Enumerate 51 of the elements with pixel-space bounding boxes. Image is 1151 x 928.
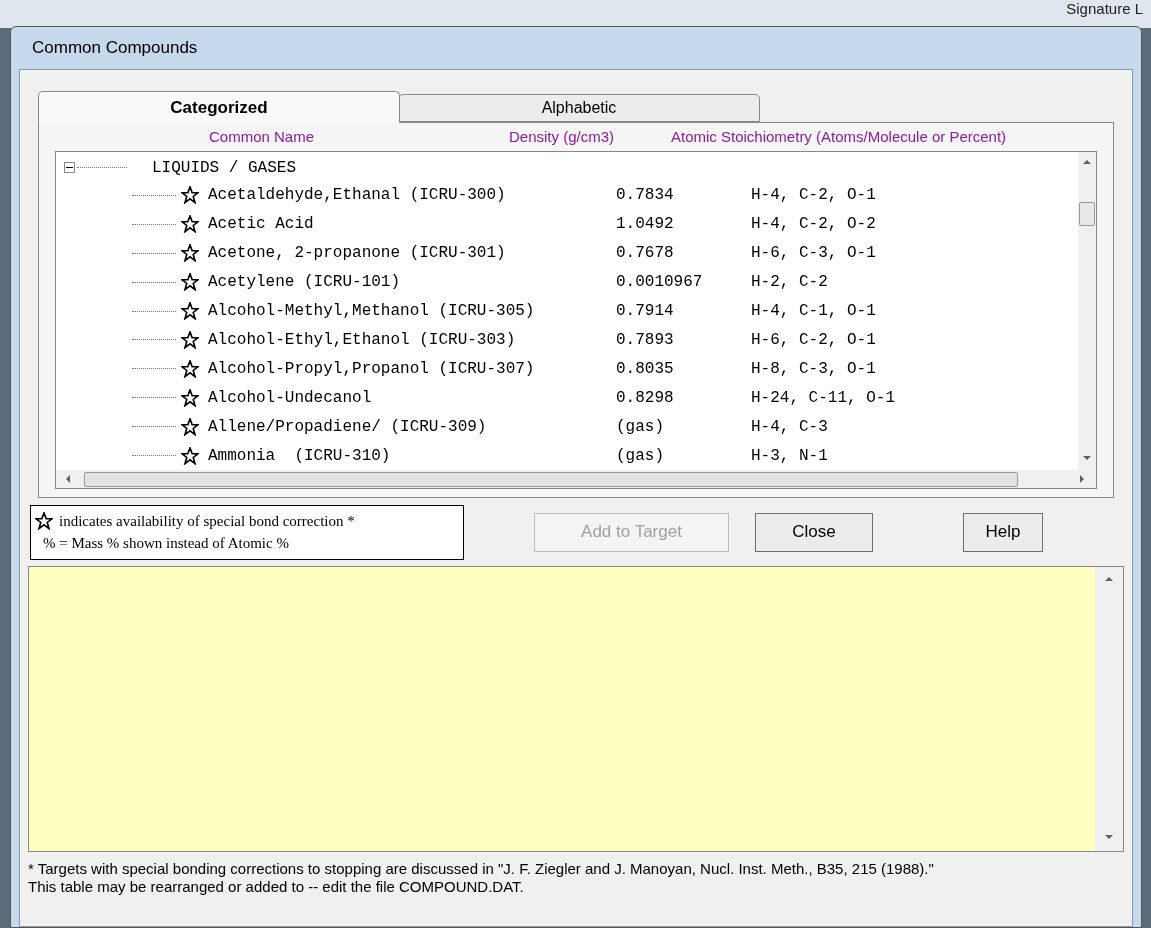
compound-name[interactable]: Allene/Propadiene/ (ICRU-309) bbox=[208, 414, 616, 439]
density-cell-text: 0.7914 bbox=[616, 301, 675, 322]
compound-name[interactable]: Alcohol-Ethyl,Ethanol (ICRU-303) bbox=[208, 327, 616, 352]
stoichiometry-cell-text: H-8, C-3, O-1 bbox=[751, 358, 876, 380]
compound-name[interactable]: Acetone, 2-propanone (ICRU-301) bbox=[208, 241, 616, 266]
toolbar-label: Signature L bbox=[1066, 0, 1143, 18]
column-header: Atomic Stoichiometry (Atoms/Molecule or Percent) bbox=[671, 126, 1007, 147]
density-cell-text: (gas) bbox=[616, 416, 665, 438]
compound-name[interactable]: Ammonia (ICRU-310) bbox=[208, 443, 616, 468]
stoichiometry-cell-text: H-6, C-3, O-1 bbox=[751, 243, 876, 265]
dialog-button[interactable]: Help bbox=[963, 512, 1043, 552]
stoichiometry-cell-text: H-24, C-11, O-1 bbox=[751, 387, 896, 409]
tab[interactable]: Alphabetic bbox=[398, 94, 760, 122]
tree-group-label[interactable]: LIQUIDS / GASES bbox=[152, 155, 297, 180]
stoichiometry-cell-text: H-4, C-1, O-1 bbox=[751, 301, 876, 322]
vertical-scrollbar[interactable] bbox=[1095, 567, 1123, 851]
stoichiometry-cell-text: H-3, N-1 bbox=[751, 445, 828, 467]
star-icon bbox=[35, 511, 53, 530]
density-cell-text: 0.7893 bbox=[616, 329, 675, 351]
collapse-icon[interactable] bbox=[64, 162, 75, 174]
compound-name[interactable]: Acetylene (ICRU-101) bbox=[208, 270, 616, 295]
window-title: Common Compounds bbox=[32, 37, 198, 60]
density-cell-text: 0.7678 bbox=[616, 243, 675, 265]
tab[interactable]: Categorized bbox=[38, 91, 400, 123]
legend-text: indicates availability of special bond correction * bbox=[59, 511, 355, 531]
density-cell-text: 0.8035 bbox=[616, 358, 675, 380]
compound-name[interactable]: Acetic Acid bbox=[208, 212, 616, 237]
stoichiometry-cell-text: H-4, C-3 bbox=[751, 416, 828, 438]
footnote-text: This table may be rearranged or added to -- edit the file COMPOUND.DAT. bbox=[28, 878, 525, 896]
dialog-button[interactable]: Close bbox=[755, 512, 873, 552]
density-cell-text: 0.7834 bbox=[616, 185, 675, 207]
density-cell-text: 1.0492 bbox=[616, 214, 675, 236]
stoichiometry-cell-text: H-4, C-2, O-1 bbox=[751, 185, 876, 207]
density-cell-text: 0.0010967 bbox=[616, 272, 704, 294]
stoichiometry-cell-text: H-2, C-2 bbox=[751, 272, 828, 294]
compound-name[interactable]: Alcohol-Methyl,Methanol (ICRU-305) bbox=[208, 299, 616, 323]
column-header: Density (g/cm3) bbox=[509, 126, 616, 147]
vertical-scrollbar[interactable] bbox=[1078, 152, 1096, 470]
density-cell-text: (gas) bbox=[616, 445, 665, 467]
legend-text: % = Mass % shown instead of Atomic % bbox=[42, 534, 290, 553]
scroll-thumb[interactable] bbox=[84, 471, 1018, 487]
density-cell-text: 0.8298 bbox=[616, 387, 675, 409]
compound-name[interactable]: Alcohol-Undecanol bbox=[208, 385, 616, 410]
horizontal-scrollbar[interactable] bbox=[56, 470, 1096, 488]
column-header: Common Name bbox=[209, 126, 316, 147]
compound-name[interactable]: Acetaldehyde,Ethanal (ICRU-300) bbox=[208, 183, 616, 208]
compound-name[interactable]: Alcohol-Propyl,Propanol (ICRU-307) bbox=[208, 356, 616, 381]
stoichiometry-cell-text: H-6, C-2, O-1 bbox=[751, 329, 876, 351]
scroll-thumb[interactable] bbox=[1079, 202, 1095, 226]
stoichiometry-cell-text: H-4, C-2, O-2 bbox=[751, 214, 876, 236]
footnote-text: * Targets with special bonding corrections to stopping are discussed in "J. F. Ziegler and J. Manoyan, Nucl. Inst. Meth., B35, 215 (1988)." bbox=[28, 860, 935, 878]
